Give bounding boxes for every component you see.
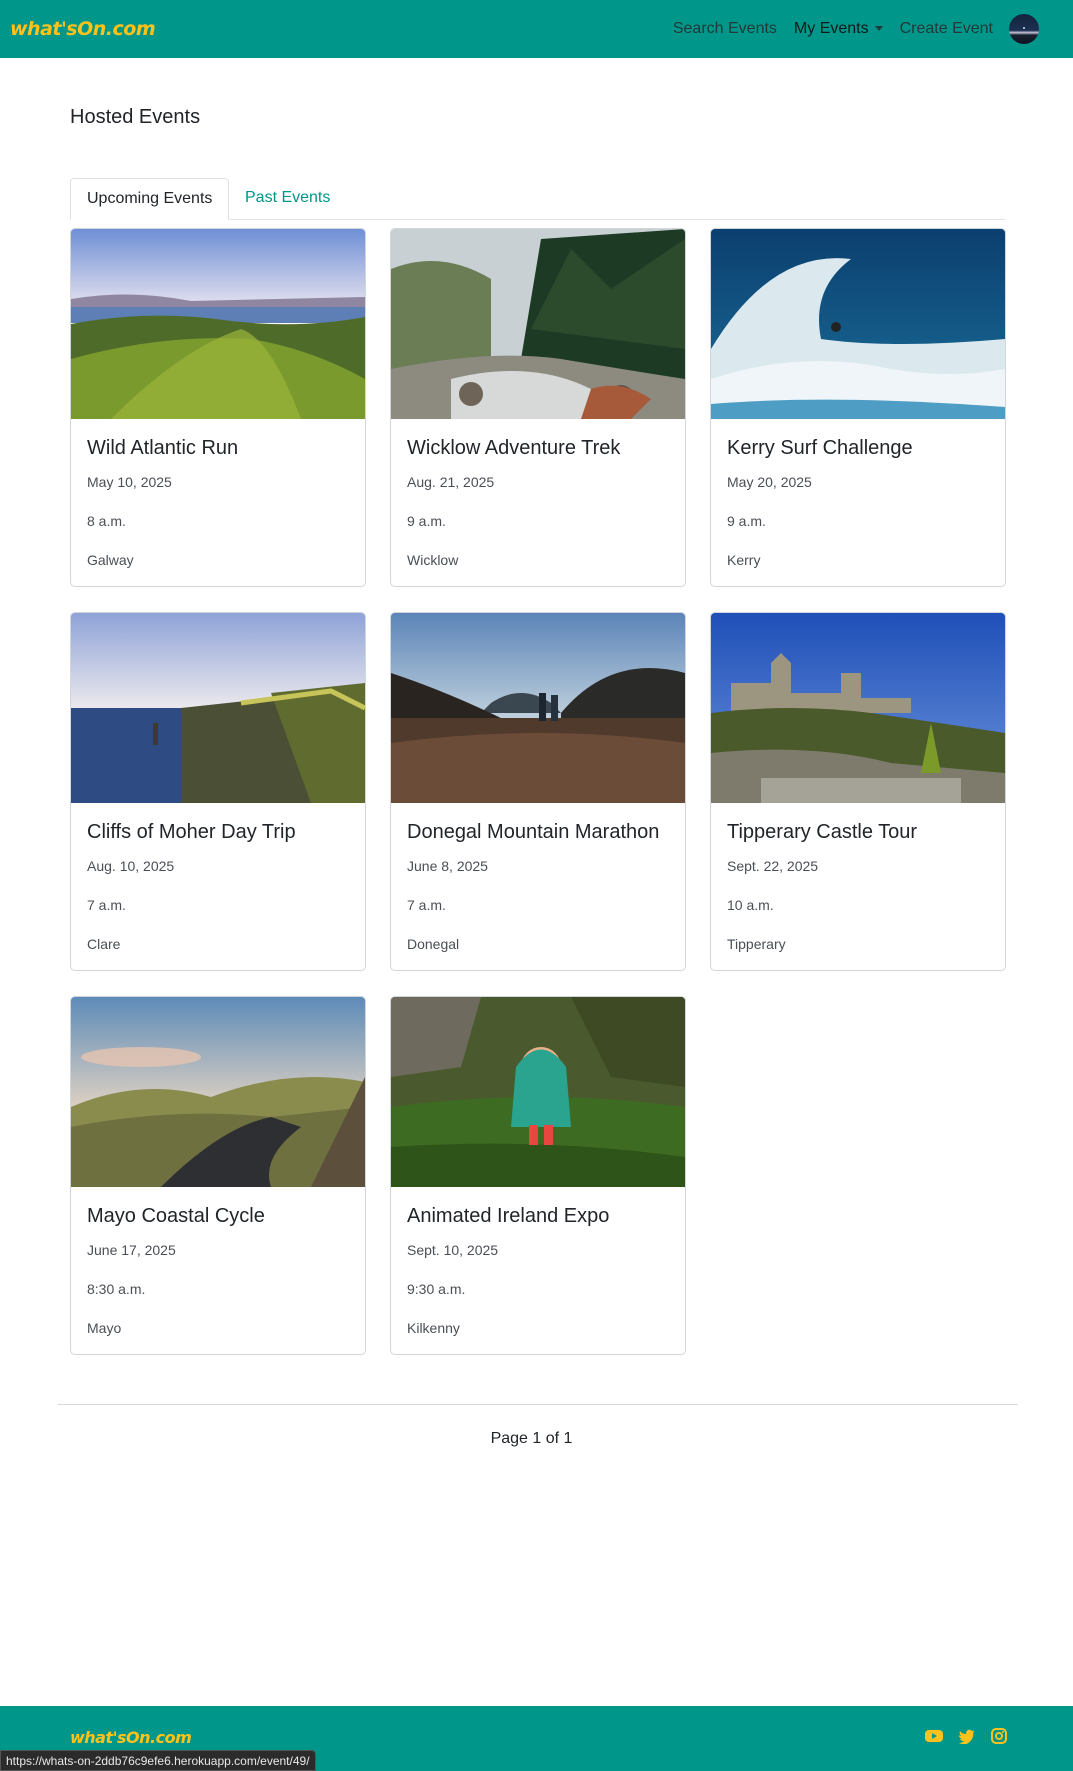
event-location: Wicklow bbox=[407, 552, 459, 568]
twitter-icon[interactable] bbox=[958, 1728, 976, 1744]
event-date: Sept. 22, 2025 bbox=[727, 858, 819, 874]
event-location: Kerry bbox=[727, 552, 761, 568]
event-date: May 20, 2025 bbox=[727, 474, 812, 490]
event-tabs: Upcoming Events Past Events bbox=[70, 178, 1005, 220]
event-image bbox=[391, 229, 685, 419]
event-title: Cliffs of Moher Day Trip bbox=[87, 821, 296, 843]
event-location: Donegal bbox=[407, 936, 460, 952]
event-location: Mayo bbox=[87, 1320, 122, 1336]
event-time: 7 a.m. bbox=[407, 897, 446, 913]
event-time: 9 a.m. bbox=[727, 513, 766, 529]
event-location: Kilkenny bbox=[407, 1320, 460, 1336]
event-image bbox=[71, 229, 365, 419]
nav-search-events[interactable]: Search Events bbox=[673, 20, 777, 38]
event-card[interactable]: Wild Atlantic Run May 10, 2025 8 a.m. Ga… bbox=[70, 228, 366, 587]
event-location: Clare bbox=[87, 936, 121, 952]
event-date: Sept. 10, 2025 bbox=[407, 1242, 499, 1258]
event-date: Aug. 10, 2025 bbox=[87, 858, 175, 874]
status-bar-url: https://whats-on-2ddb76c9efe6.herokuapp.… bbox=[0, 1750, 316, 1771]
instagram-icon[interactable] bbox=[990, 1728, 1008, 1744]
event-image bbox=[711, 613, 1005, 803]
event-time: 10 a.m. bbox=[727, 897, 774, 913]
event-location: Galway bbox=[87, 552, 134, 568]
navbar: what'sOn.com Search Events My Events Cre… bbox=[0, 0, 1073, 58]
event-time: 8:30 a.m. bbox=[87, 1281, 146, 1297]
page-title: Hosted Events bbox=[70, 106, 201, 128]
event-image bbox=[71, 613, 365, 803]
event-time: 7 a.m. bbox=[87, 897, 126, 913]
event-title: Wild Atlantic Run bbox=[87, 437, 239, 459]
nav-my-events-dropdown[interactable]: My Events bbox=[794, 20, 883, 38]
event-date: June 17, 2025 bbox=[87, 1242, 176, 1258]
nav-links: Search Events My Events Create Event bbox=[656, 14, 1063, 44]
event-date: May 10, 2025 bbox=[87, 474, 172, 490]
event-time: 8 a.m. bbox=[87, 513, 126, 529]
event-card[interactable]: Donegal Mountain Marathon June 8, 2025 7… bbox=[390, 612, 686, 971]
tab-upcoming-events[interactable]: Upcoming Events bbox=[70, 178, 230, 220]
pagination-info: Page 1 of 1 bbox=[490, 1430, 573, 1447]
event-card[interactable]: Tipperary Castle Tour Sept. 22, 2025 10 … bbox=[710, 612, 1006, 971]
event-card[interactable]: Cliffs of Moher Day Trip Aug. 10, 2025 7… bbox=[70, 612, 366, 971]
nav-my-events-label: My Events bbox=[793, 20, 869, 37]
brand-logo[interactable]: what'sOn.com bbox=[10, 18, 156, 40]
event-title: Donegal Mountain Marathon bbox=[407, 821, 660, 843]
event-location: Tipperary bbox=[727, 936, 786, 952]
pagination-divider bbox=[58, 1404, 1018, 1405]
event-title: Tipperary Castle Tour bbox=[727, 821, 918, 843]
event-time: 9:30 a.m. bbox=[407, 1281, 466, 1297]
event-card[interactable]: Mayo Coastal Cycle June 17, 2025 8:30 a.… bbox=[70, 996, 366, 1355]
footer-brand-logo[interactable]: what'sOn.com bbox=[70, 1728, 192, 1747]
event-image bbox=[391, 613, 685, 803]
event-date: Aug. 21, 2025 bbox=[407, 474, 495, 490]
event-title: Kerry Surf Challenge bbox=[727, 437, 913, 459]
event-card[interactable]: Wicklow Adventure Trek Aug. 21, 2025 9 a… bbox=[390, 228, 686, 587]
event-card[interactable]: Animated Ireland Expo Sept. 10, 2025 9:3… bbox=[390, 996, 686, 1355]
caret-down-icon bbox=[874, 26, 883, 32]
tab-past-events[interactable]: Past Events bbox=[229, 178, 346, 220]
event-time: 9 a.m. bbox=[407, 513, 446, 529]
event-image bbox=[71, 997, 365, 1187]
event-date: June 8, 2025 bbox=[407, 858, 488, 874]
nav-create-event[interactable]: Create Event bbox=[900, 20, 993, 38]
event-title: Animated Ireland Expo bbox=[407, 1205, 610, 1227]
event-image bbox=[711, 229, 1005, 419]
avatar[interactable] bbox=[1009, 14, 1039, 44]
youtube-icon[interactable] bbox=[925, 1728, 943, 1744]
event-title: Wicklow Adventure Trek bbox=[407, 437, 621, 459]
event-title: Mayo Coastal Cycle bbox=[87, 1205, 265, 1227]
event-image bbox=[391, 997, 685, 1187]
event-card[interactable]: Kerry Surf Challenge May 20, 2025 9 a.m.… bbox=[710, 228, 1006, 587]
